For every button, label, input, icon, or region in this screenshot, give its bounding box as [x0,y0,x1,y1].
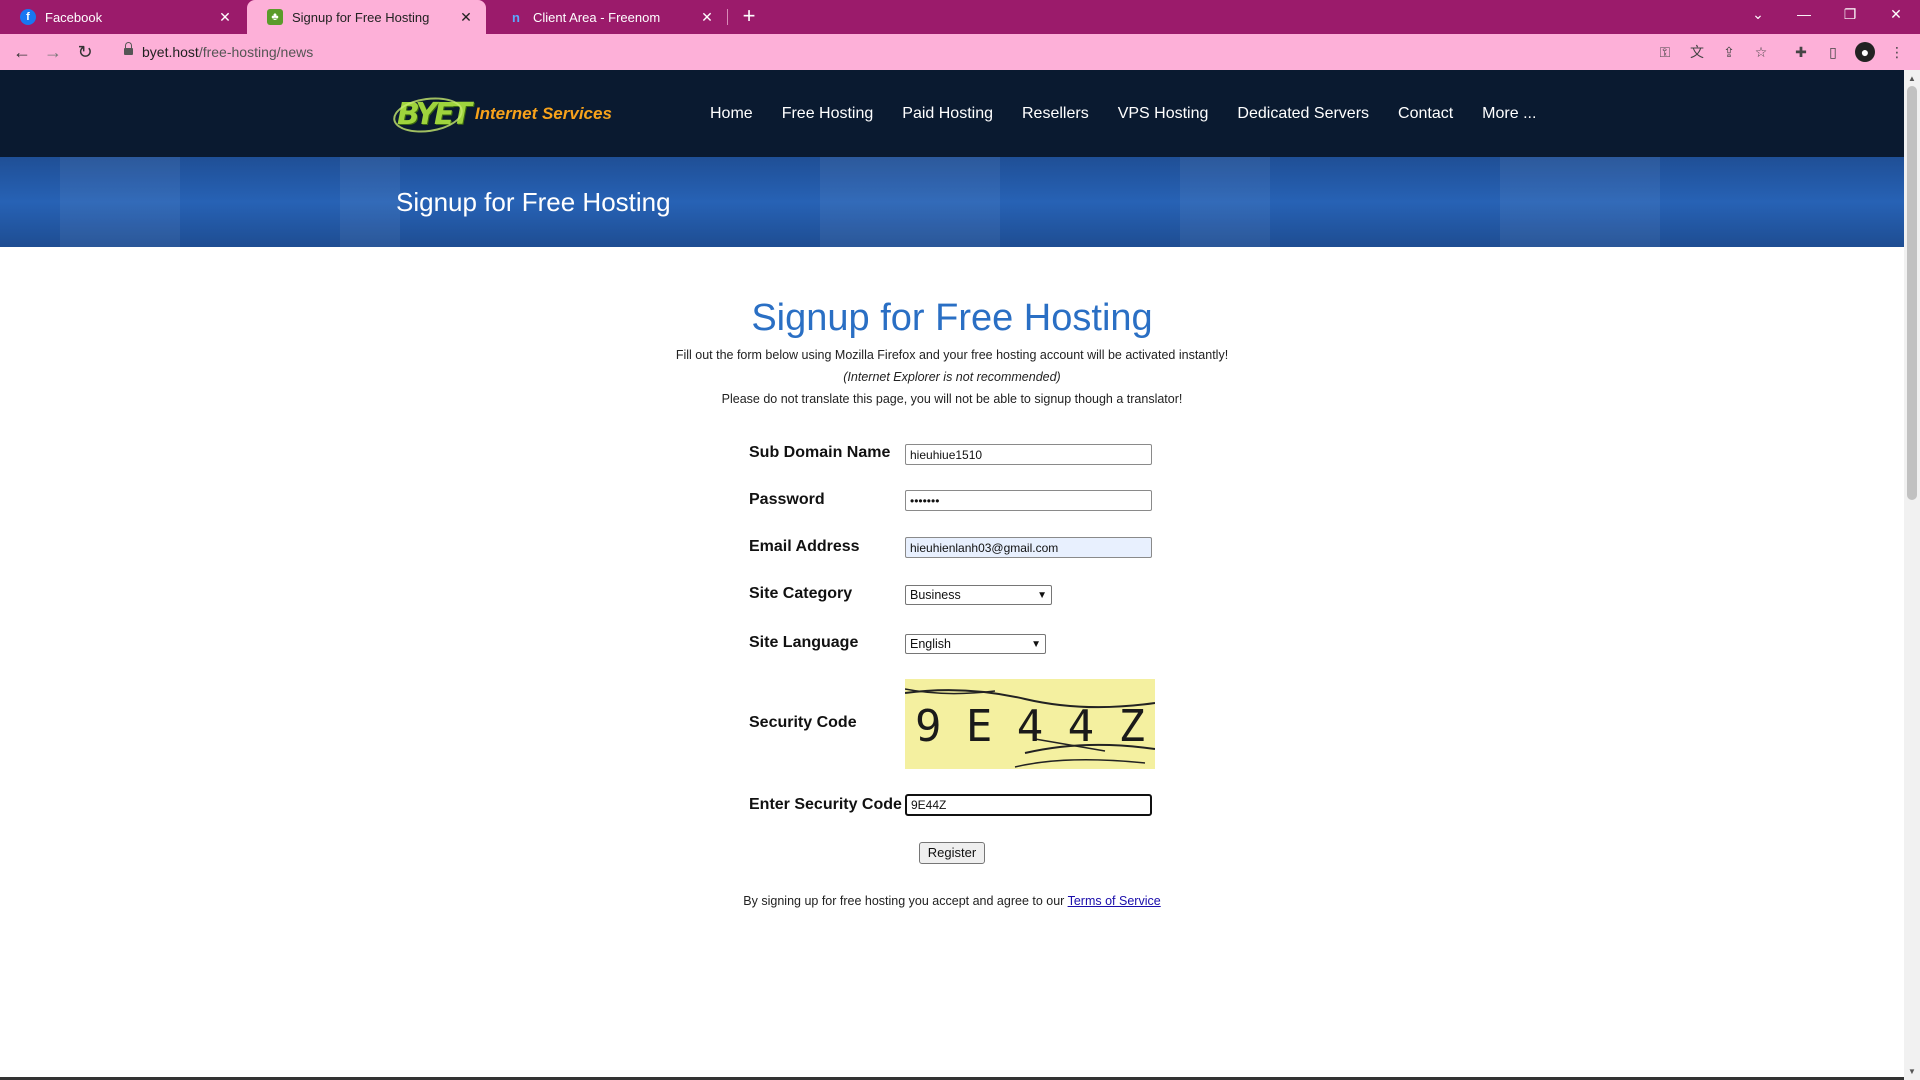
signup-form-area: Signup for Free Hosting Fill out the for… [0,247,1904,1080]
byet-leaf-icon: ♣ [267,9,283,25]
reload-button[interactable]: ↻ [73,40,97,64]
page-banner: Signup for Free Hosting [0,157,1904,247]
url-text: byet.host/free-hosting/news [142,44,313,60]
restore-button[interactable]: ❐ [1827,0,1873,30]
page-scrollbar[interactable]: ▲ ▼ [1904,70,1920,1080]
menu-dedicated-servers[interactable]: Dedicated Servers [1237,105,1369,123]
site-language-value: English [910,637,951,651]
bookmark-star-icon[interactable]: ☆ [1751,42,1771,62]
security-code-label: Security Code [749,714,857,731]
browser-toolbar: ← → ↻ byet.host/free-hosting/news ⚿ 文 ⇪ … [0,34,1920,70]
password-label: Password [749,491,825,508]
scroll-up-arrow-icon[interactable]: ▲ [1908,74,1916,83]
url-path: /free-hosting/news [198,44,314,60]
form-heading: Signup for Free Hosting [751,297,1153,339]
menu-contact[interactable]: Contact [1398,105,1453,123]
tab-signup[interactable]: ♣ Signup for Free Hosting ✕ [247,0,486,34]
extensions-icon[interactable]: ✚ [1791,42,1811,62]
browser-note: (Internet Explorer is not recommended) [843,370,1061,384]
tab-title: Facebook [45,9,103,25]
forward-button[interactable]: → [41,40,65,64]
intro-text: Fill out the form below using Mozilla Fi… [675,348,1229,362]
tos-notice: By signing up for free hosting you accep… [0,894,1904,908]
email-label: Email Address [749,538,860,555]
menu-icon[interactable]: ⋮ [1887,42,1907,62]
menu-home[interactable]: Home [710,105,753,123]
site-logo[interactable]: BYET Internet Services [390,93,612,137]
tab-title: Signup for Free Hosting [292,9,430,25]
share-icon[interactable]: ⇪ [1719,42,1739,62]
tab-title: Client Area - Freenom [533,9,661,25]
url-host: byet.host [142,44,199,60]
tab-separator [727,9,728,25]
menu-vps-hosting[interactable]: VPS Hosting [1118,105,1209,123]
minimize-button[interactable]: — [1781,0,1827,30]
scroll-down-arrow-icon[interactable]: ▼ [1908,1067,1916,1076]
captcha-text: 9 E 4 4 Z [915,701,1145,752]
freenom-icon: n [512,9,520,25]
subdomain-input[interactable] [905,444,1152,465]
enter-security-code-label: Enter Security Code [749,796,902,813]
address-bar[interactable]: byet.host/free-hosting/news [110,37,1760,67]
close-tab-icon[interactable]: ✕ [217,9,233,26]
close-window-button[interactable]: ✕ [1873,0,1919,30]
facebook-icon: f [20,9,36,25]
new-tab-button[interactable]: + [736,4,762,30]
chevron-down-icon: ▼ [1031,638,1041,650]
password-input[interactable] [905,490,1152,511]
site-category-value: Business [910,588,961,602]
tab-strip: f Facebook ✕ ♣ Signup for Free Hosting ✕… [0,0,1920,34]
tab-facebook[interactable]: f Facebook ✕ [0,0,245,34]
security-code-input[interactable] [905,794,1152,816]
tab-search-icon[interactable]: ⌄ [1735,0,1781,30]
site-category-select[interactable]: Business ▼ [905,585,1052,605]
site-header: BYET Internet Services Home Free Hosting… [0,70,1904,157]
close-tab-icon[interactable]: ✕ [699,9,715,26]
menu-more[interactable]: More ... [1482,105,1536,123]
site-language-label: Site Language [749,634,859,651]
main-menu: Home Free Hosting Paid Hosting Resellers… [710,70,1565,157]
scrollbar-thumb[interactable] [1907,86,1917,500]
tos-text: By signing up for free hosting you accep… [743,894,1065,908]
captcha-image: 9 E 4 4 Z [905,679,1155,769]
translate-warning: Please do not translate this page, you w… [721,392,1183,406]
key-icon[interactable]: ⚿ [1655,42,1675,62]
side-panel-icon[interactable]: ▯ [1823,42,1843,62]
back-button[interactable]: ← [10,40,34,64]
close-tab-icon[interactable]: ✕ [458,9,474,26]
site-language-select[interactable]: English ▼ [905,634,1046,654]
menu-free-hosting[interactable]: Free Hosting [782,105,874,123]
register-button[interactable]: Register [919,842,985,864]
email-input[interactable] [905,537,1152,558]
lock-icon[interactable] [124,42,133,57]
banner-title: Signup for Free Hosting [396,187,671,217]
chevron-down-icon: ▼ [1037,589,1047,601]
menu-paid-hosting[interactable]: Paid Hosting [902,105,993,123]
terms-of-service-link[interactable]: Terms of Service [1068,894,1161,908]
subdomain-label: Sub Domain Name [749,444,891,461]
tab-freenom[interactable]: n Client Area - Freenom ✕ [488,0,727,34]
menu-resellers[interactable]: Resellers [1022,105,1089,123]
site-category-label: Site Category [749,585,853,602]
logo-text: Internet Services [474,104,612,123]
profile-avatar[interactable]: ● [1855,42,1875,62]
translate-icon[interactable]: 文 [1687,42,1707,62]
